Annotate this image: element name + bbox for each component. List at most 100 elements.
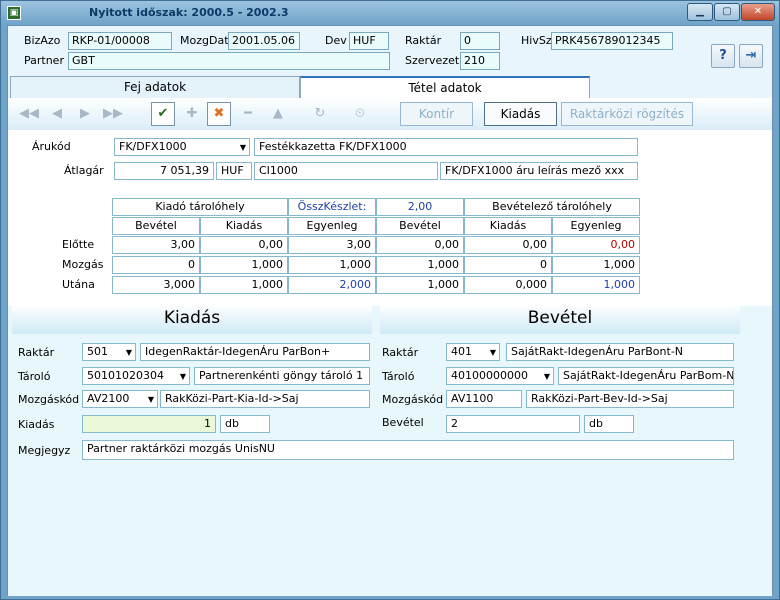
kiadas-qty-input[interactable]: 1 (82, 415, 216, 433)
close-button[interactable]: ✕ (741, 3, 775, 21)
megjegyz-input[interactable]: Partner raktárközi mozgás UnisNU (82, 440, 734, 460)
partner-field[interactable]: GBT (68, 52, 390, 70)
form-client: BizAzo RKP-01/00008 MozgDat 2001.05.06 D… (7, 25, 773, 596)
kiadas-button[interactable]: Kiadás (484, 102, 557, 126)
tab-fej-adatok[interactable]: Fej adatok (10, 76, 300, 98)
osszkeszlet-value: 2,00 (376, 198, 464, 216)
bevetel-qty-unit: db (584, 415, 634, 433)
dropdown-arrow-icon: ▼ (239, 143, 246, 152)
kiadas-qty-label: Kiadás (18, 418, 55, 431)
first-record-icon[interactable]: ◀◀ (17, 102, 41, 126)
kiadas-raktar-code: 501 (87, 345, 108, 358)
bevetel-section-title: Bevétel (380, 304, 740, 334)
kiadas-mozgaskod-name: RakKözi-Part-Kia-Id->Saj (160, 390, 370, 408)
mozgdat-label: MozgDat (180, 34, 229, 47)
history-icon[interactable]: ⏲ (348, 102, 372, 126)
stock-cell: 0,00 (464, 236, 552, 254)
add-record-icon[interactable]: ✚ (180, 102, 204, 126)
kiadas-raktar-label: Raktár (18, 346, 55, 359)
item-section: Árukód FK/DFX1000 ▼ Festékkazetta FK/DFX… (8, 130, 772, 306)
stock-cell: 0,000 (464, 276, 552, 294)
dropdown-arrow-icon: ▼ (489, 348, 496, 357)
exit-door-icon[interactable]: ⇥ (739, 44, 763, 68)
previous-record-icon[interactable]: ◀ (45, 102, 69, 126)
confirm-checkmark-icon[interactable]: ✔ (151, 102, 175, 126)
raktar-field[interactable]: 0 (460, 32, 500, 50)
arukod-value: FK/DFX1000 (119, 140, 187, 153)
kiadas-raktar-name: IdegenRaktár-IdegenÁru ParBon+ (140, 343, 370, 361)
row-label-elotte: Előtte (62, 238, 95, 251)
stock-cell: 1,000 (552, 276, 640, 294)
bizazo-label: BizAzo (24, 34, 61, 47)
stock-cell: 0,00 (552, 236, 640, 254)
stock-cell: 2,000 (288, 276, 376, 294)
row-label-mozgas: Mozgás (62, 258, 104, 271)
kiadas-mozgaskod-label: Mozgáskód (18, 393, 80, 406)
bevetelezo-tarolohely-header: Bevételező tárolóhely (464, 198, 640, 216)
kiadas-qty-unit: db (220, 415, 270, 433)
kiadas-mozgaskod-select[interactable]: AV2100 ▼ (82, 390, 158, 408)
description-field: FK/DFX1000 áru leírás mező xxx (440, 162, 638, 180)
dropdown-arrow-icon: ▼ (543, 372, 550, 381)
raktarkozi-rogzites-button[interactable]: Raktárközi rögzítés (561, 102, 693, 126)
app-window: ▣ Nyitott időszak: 2000.5 - 2002.3 ▁ ▢ ✕… (0, 0, 780, 600)
next-record-icon[interactable]: ▶ (73, 102, 97, 126)
mozgdat-field[interactable]: 2001.05.06 (228, 32, 300, 50)
bevetel-qty-label: Bevétel (382, 416, 424, 429)
col-header: Bevétel (112, 217, 200, 235)
raktar-label: Raktár (405, 34, 442, 47)
dropdown-arrow-icon: ▼ (125, 348, 132, 357)
kiadas-raktar-select[interactable]: 501 ▼ (82, 343, 136, 361)
atlagar-label: Átlagár (64, 164, 104, 177)
stock-cell: 1,000 (552, 256, 640, 274)
bevetel-qty-field: 2 (446, 415, 580, 433)
code2-field: CI1000 (254, 162, 438, 180)
bevetel-raktar-label: Raktár (382, 346, 419, 359)
delete-record-icon[interactable]: ━ (236, 102, 260, 126)
szervezet-label: Szervezet (405, 54, 460, 67)
arukod-select[interactable]: FK/DFX1000 ▼ (114, 138, 250, 156)
bevetel-raktar-select[interactable]: 401 ▼ (446, 343, 500, 361)
dropdown-arrow-icon: ▼ (147, 395, 154, 404)
bevetel-tarolo-label: Tároló (382, 370, 415, 383)
bizazo-field[interactable]: RKP-01/00008 (68, 32, 172, 50)
col-header: Egyenleg (288, 217, 376, 235)
dropdown-arrow-icon: ▼ (179, 372, 186, 381)
stock-cell: 3,00 (288, 236, 376, 254)
kiadas-mozgaskod-code: AV2100 (87, 392, 130, 405)
dev-label: Dev (325, 34, 347, 47)
stock-cell: 3,000 (112, 276, 200, 294)
bevetel-tarolo-name: SajátRakt-IdegenÁru ParBom-N (558, 367, 734, 385)
kiadas-tarolo-name: Partnerenkénti göngy tároló 1 (194, 367, 370, 385)
tab-tetel-adatok[interactable]: Tétel adatok (300, 76, 590, 98)
stock-cell: 0 (464, 256, 552, 274)
szervezet-field[interactable]: 210 (460, 52, 500, 70)
last-record-icon[interactable]: ▶▶ (101, 102, 125, 126)
stock-cell: 3,00 (112, 236, 200, 254)
bevetel-tarolo-select[interactable]: 40100000000 ▼ (446, 367, 554, 385)
megjegyz-label: Megjegyz (18, 444, 71, 457)
stock-cell: 1,000 (200, 276, 288, 294)
minimize-button[interactable]: ▁ (687, 3, 713, 21)
hivsz-label: HivSz (521, 34, 552, 47)
refresh-icon[interactable]: ↻ (308, 102, 332, 126)
maximize-button[interactable]: ▢ (714, 3, 740, 21)
window-title: Nyitott időszak: 2000.5 - 2002.3 (89, 6, 289, 19)
partner-label: Partner (24, 54, 64, 67)
atlagar-field: 7 051,39 (114, 162, 214, 180)
stock-cell: 0,00 (376, 236, 464, 254)
cancel-x-icon[interactable]: ✖ (207, 102, 231, 126)
kiadas-tarolo-select[interactable]: 50101020304 ▼ (82, 367, 190, 385)
row-label-utana: Utána (62, 278, 95, 291)
kontir-button[interactable]: Kontír (400, 102, 473, 126)
bevetel-raktar-name: SajátRakt-IdegenÁru ParBont-N (506, 343, 734, 361)
dev-field[interactable]: HUF (349, 32, 389, 50)
edit-record-icon[interactable]: ▲ (266, 102, 290, 126)
hivsz-field[interactable]: PRK456789012345 (551, 32, 673, 50)
stock-cell: 0,00 (200, 236, 288, 254)
bevetel-mozgaskod-name: RakKözi-Part-Bev-Id->Saj (526, 390, 734, 408)
document-header: BizAzo RKP-01/00008 MozgDat 2001.05.06 D… (8, 26, 772, 74)
stock-cell: 1,000 (288, 256, 376, 274)
bevetel-raktar-code: 401 (451, 345, 472, 358)
help-icon[interactable]: ? (711, 44, 735, 68)
